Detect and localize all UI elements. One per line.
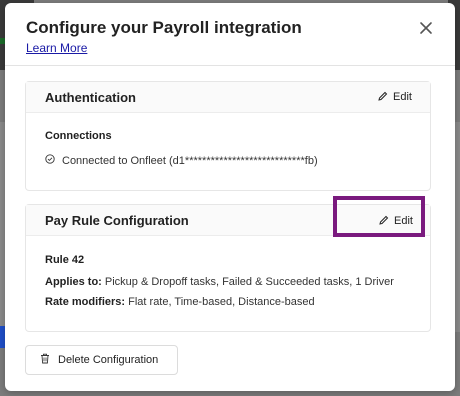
connection-status: Connected to Onfleet (d1****************… <box>45 154 318 167</box>
connection-text: Connected to Onfleet (d1****************… <box>62 154 318 167</box>
pencil-icon <box>378 91 388 104</box>
rule-name: Rule 42 <box>45 254 85 266</box>
edit-button-highlight <box>333 196 425 237</box>
delete-label: Delete Configuration <box>58 354 159 366</box>
pay-rule-title: Pay Rule Configuration <box>45 213 189 228</box>
authentication-title: Authentication <box>45 90 136 105</box>
authentication-edit-button[interactable]: Edit <box>378 88 412 106</box>
connections-label: Connections <box>45 130 112 142</box>
learn-more-link[interactable]: Learn More <box>26 41 87 55</box>
delete-configuration-button[interactable]: Delete Configuration <box>25 345 178 375</box>
rate-modifiers-value: Flat rate, Time-based, Distance-based <box>125 296 315 308</box>
close-icon[interactable] <box>419 21 433 35</box>
applies-to-value: Pickup & Dropoff tasks, Failed & Succeed… <box>101 276 394 288</box>
rate-modifiers-row: Rate modifiers: Flat rate, Time-based, D… <box>45 296 315 308</box>
edit-label: Edit <box>393 91 412 103</box>
rate-modifiers-label: Rate modifiers: <box>45 296 126 308</box>
authentication-card-header: Authentication Edit <box>26 82 430 113</box>
dialog-header: Configure your Payroll integration Learn… <box>5 3 455 66</box>
dialog-title: Configure your Payroll integration <box>26 18 302 37</box>
applies-to-row: Applies to: Pickup & Dropoff tasks, Fail… <box>45 276 394 288</box>
trash-icon <box>40 353 50 367</box>
applies-to-label: Applies to: <box>45 276 102 288</box>
check-circle-icon <box>45 154 55 167</box>
payroll-config-dialog: Configure your Payroll integration Learn… <box>5 3 455 391</box>
authentication-card: Authentication Edit Connections Connecte… <box>25 81 431 191</box>
